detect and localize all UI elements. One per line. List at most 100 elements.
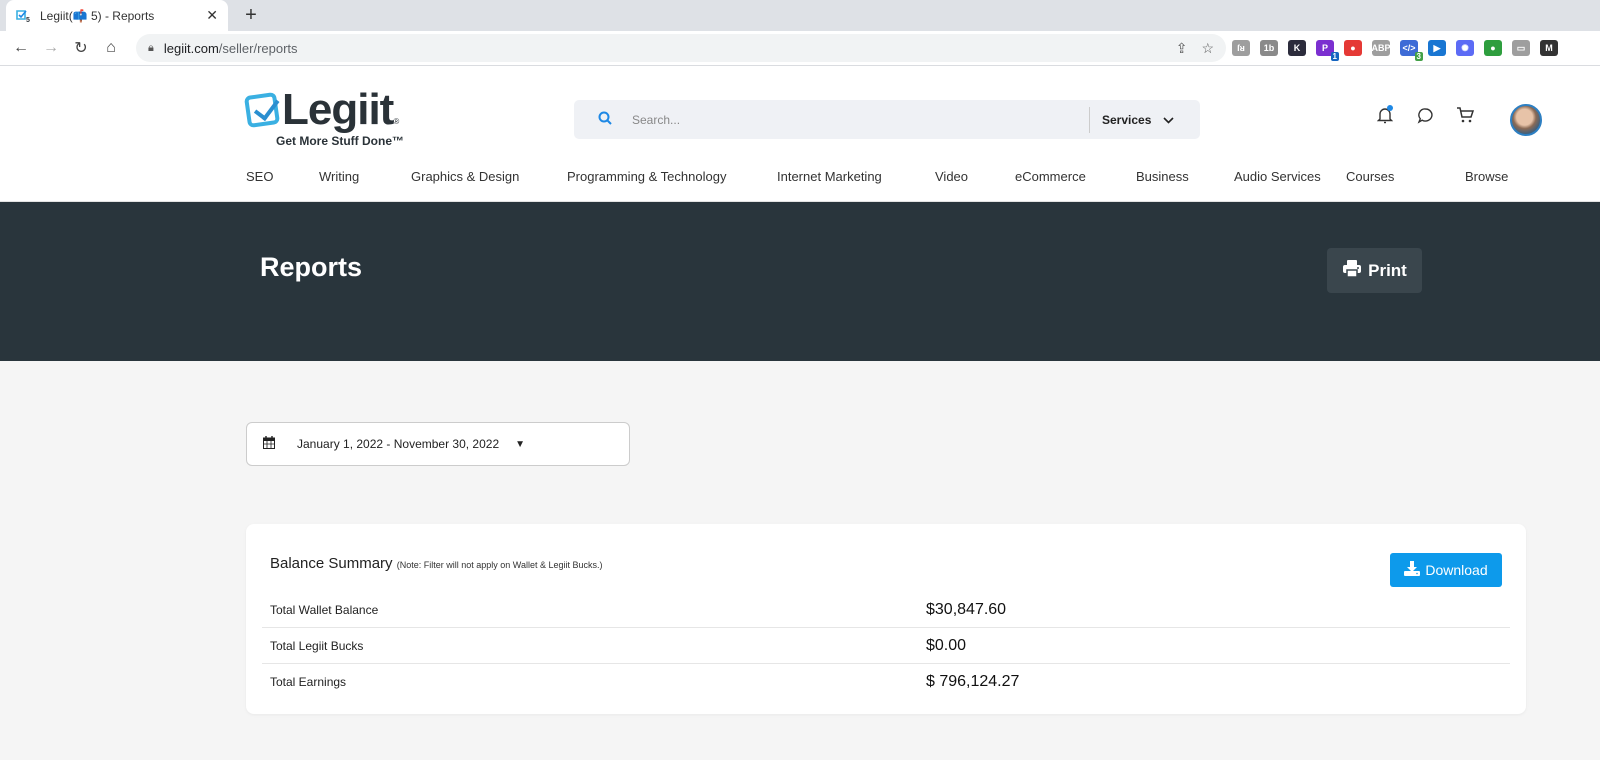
date-range-value: January 1, 2022 - November 30, 2022	[297, 437, 500, 451]
extension-7-icon[interactable]: </> 3	[1400, 40, 1423, 61]
legiit-logo[interactable]: Legiit ® Get More Stuff Done™	[243, 85, 404, 148]
nav-item-audio-services[interactable]: Audio Services	[1234, 169, 1321, 184]
bookmark-star-icon[interactable]: ☆	[1201, 40, 1214, 57]
calendar-icon	[263, 436, 277, 452]
extension-10-icon[interactable]: ●	[1484, 40, 1502, 56]
search-category-select[interactable]: Services	[1090, 113, 1200, 127]
notification-bell-icon[interactable]	[1376, 105, 1394, 124]
extension-glyph: ABP	[1371, 43, 1391, 53]
extension-badge: 3	[1414, 52, 1423, 61]
extension-12-icon[interactable]: M	[1540, 40, 1558, 56]
chat-bubble-icon[interactable]	[1416, 106, 1434, 124]
logo-reg: ®	[393, 117, 400, 126]
extension-glyph: P	[1321, 43, 1328, 53]
extension-glyph: ✺	[1461, 42, 1469, 53]
caret-down-icon: ▼	[515, 438, 526, 450]
lock-icon: 🔒︎	[148, 41, 154, 54]
nav-item-programming-technology[interactable]: Programming & Technology	[567, 169, 726, 184]
home-icon[interactable]: ⌂	[96, 39, 126, 57]
site-header: Legiit ® Get More Stuff Done™ Services S…	[0, 66, 1600, 202]
balance-summary-card: Balance Summary (Note: Filter will not a…	[246, 524, 1526, 714]
nav-item-writing[interactable]: Writing	[319, 169, 359, 184]
date-range-picker[interactable]: January 1, 2022 - November 30, 2022 ▼	[246, 422, 630, 466]
extension-3-icon[interactable]: K	[1288, 40, 1306, 56]
forward-icon[interactable]: →	[36, 39, 66, 57]
new-tab-icon[interactable]: +	[240, 4, 262, 27]
logo-check-icon	[243, 91, 281, 129]
balance-row-value: $30,847.60	[926, 600, 1007, 618]
nav-item-courses[interactable]: Courses	[1346, 169, 1394, 184]
reports-content: January 1, 2022 - November 30, 2022 ▼ Ba…	[0, 361, 1600, 760]
nav-item-browse[interactable]: Browse	[1465, 169, 1508, 184]
download-icon	[1404, 561, 1421, 579]
svg-text:5: 5	[26, 17, 30, 23]
logo-name: Legiit	[282, 85, 394, 134]
printer-icon	[1342, 259, 1362, 283]
extension-4-icon[interactable]: P1	[1316, 40, 1339, 61]
nav-item-seo[interactable]: SEO	[246, 169, 273, 184]
print-label: Print	[1368, 260, 1407, 280]
extension-glyph: ſᴚ	[1237, 43, 1245, 53]
balance-row: Total Earnings $ 796,124.27	[262, 664, 1510, 700]
chevron-down-icon	[1163, 113, 1174, 127]
close-tab-icon[interactable]: ✕	[206, 7, 218, 24]
balance-row-value: $ 796,124.27	[926, 673, 1020, 690]
balance-summary-title: Balance Summary	[270, 555, 393, 572]
extension-2-icon[interactable]: 1b	[1260, 40, 1278, 56]
browser-tab[interactable]: 5 Legiit(📫 5) - Reports ✕	[6, 0, 228, 31]
balance-row-value: $0.00	[926, 636, 967, 654]
balance-row: Total Legiit Bucks $0.00	[262, 628, 1510, 664]
print-button[interactable]: Print	[1327, 248, 1422, 293]
extensions-bar: ſᴚ 1b K P 1 ● ABP </> 3 ▶ ✺ ● ▭ M	[1232, 40, 1558, 61]
url-host: legiit.com	[163, 40, 219, 56]
nav-item-video[interactable]: Video	[935, 169, 968, 184]
browser-toolbar: ← → ↻ ⌂ 🔒︎ legiit.com/seller/reports ⇪ ☆…	[0, 31, 1600, 66]
extension-9-icon[interactable]: ✺	[1456, 40, 1474, 56]
search-category-label: Services	[1102, 112, 1152, 127]
extension-glyph: ▶	[1433, 42, 1441, 53]
legiit-favicon-icon: 5	[16, 9, 32, 23]
extension-11-icon[interactable]: ▭	[1512, 40, 1530, 56]
extension-glyph: ●	[1350, 43, 1356, 53]
nav-item-business[interactable]: Business	[1136, 169, 1189, 184]
shopping-cart-icon[interactable]	[1456, 106, 1474, 124]
nav-item-internet-marketing[interactable]: Internet Marketing	[777, 169, 882, 184]
extension-glyph: ▭	[1516, 42, 1526, 53]
extension-1-icon[interactable]: ſᴚ	[1232, 40, 1250, 56]
extension-8-icon[interactable]: ▶	[1428, 40, 1446, 56]
balance-row-label: Total Wallet Balance	[270, 602, 379, 617]
balance-summary-heading: Balance Summary (Note: Filter will not a…	[270, 555, 602, 572]
search-input[interactable]	[632, 112, 1089, 127]
extension-5-icon[interactable]: ●	[1344, 40, 1362, 56]
download-button[interactable]: Download	[1390, 553, 1502, 587]
reload-icon[interactable]: ↻	[66, 38, 96, 58]
page-title: Reports	[260, 252, 363, 282]
user-avatar[interactable]	[1510, 104, 1542, 136]
balance-row-label: Total Legiit Bucks	[270, 638, 364, 653]
balance-row: Total Wallet Balance $30,847.60	[262, 592, 1510, 628]
back-icon[interactable]: ←	[6, 39, 36, 57]
header-icons	[1376, 105, 1474, 124]
page-hero: Reports Print	[0, 202, 1600, 361]
extension-badge: 1	[1330, 52, 1339, 61]
balance-table: Total Wallet Balance $30,847.60 Total Legi…	[262, 592, 1510, 700]
url-path: /seller/reports	[218, 40, 298, 56]
browser-tabstrip: 5 Legiit(📫 5) - Reports ✕ +	[0, 0, 1600, 31]
logo-tagline: Get More Stuff Done™	[276, 134, 404, 148]
download-label: Download	[1425, 562, 1488, 578]
tab-title: Legiit(📫 5) - Reports	[40, 8, 155, 23]
extension-glyph: </>	[1402, 43, 1416, 53]
extension-glyph: M	[1545, 43, 1553, 53]
address-bar[interactable]: 🔒︎ legiit.com/seller/reports ⇪ ☆	[136, 34, 1226, 62]
notification-dot	[1387, 105, 1393, 111]
balance-summary-note: (Note: Filter will not apply on Wallet &…	[396, 560, 603, 570]
search-icon[interactable]	[598, 111, 618, 128]
search-bar: Services	[574, 100, 1200, 139]
extension-glyph: 1b	[1263, 43, 1275, 53]
share-icon[interactable]: ⇪	[1176, 40, 1188, 57]
extension-glyph: K	[1293, 43, 1301, 53]
nav-item-graphics-design[interactable]: Graphics & Design	[411, 169, 519, 184]
extension-6-icon[interactable]: ABP	[1371, 40, 1391, 56]
nav-item-ecommerce[interactable]: eCommerce	[1015, 169, 1086, 184]
balance-row-label: Total Earnings	[270, 675, 347, 689]
